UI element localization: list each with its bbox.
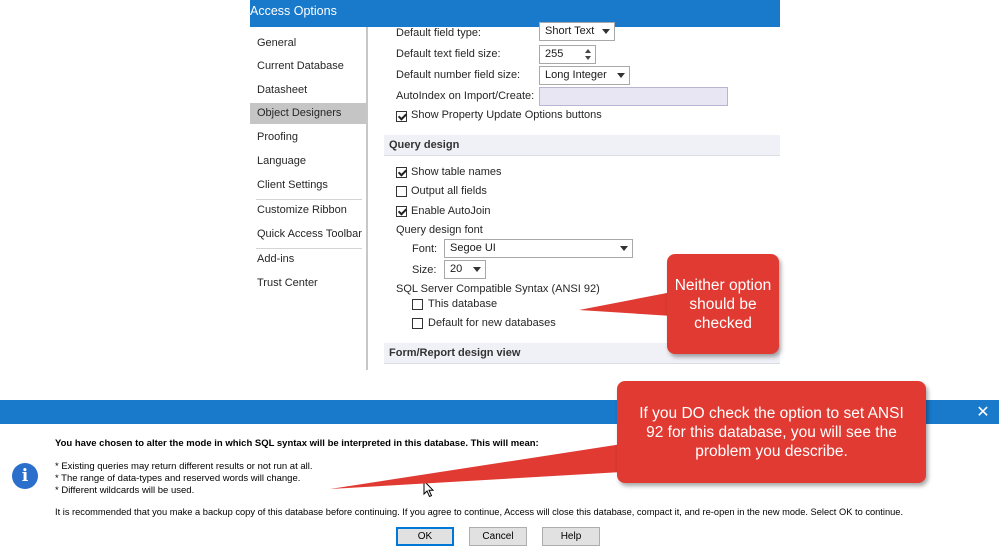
top-callout-text: Neither option should be checked [674,276,772,332]
bottom-callout-text: If you DO check the option to set ANSI 9… [639,404,904,460]
top-callout-pointer [579,292,672,316]
bottom-callout-pointer [330,444,622,489]
top-callout: Neither option should be checked [667,254,779,354]
bottom-callout: If you DO check the option to set ANSI 9… [617,381,926,483]
